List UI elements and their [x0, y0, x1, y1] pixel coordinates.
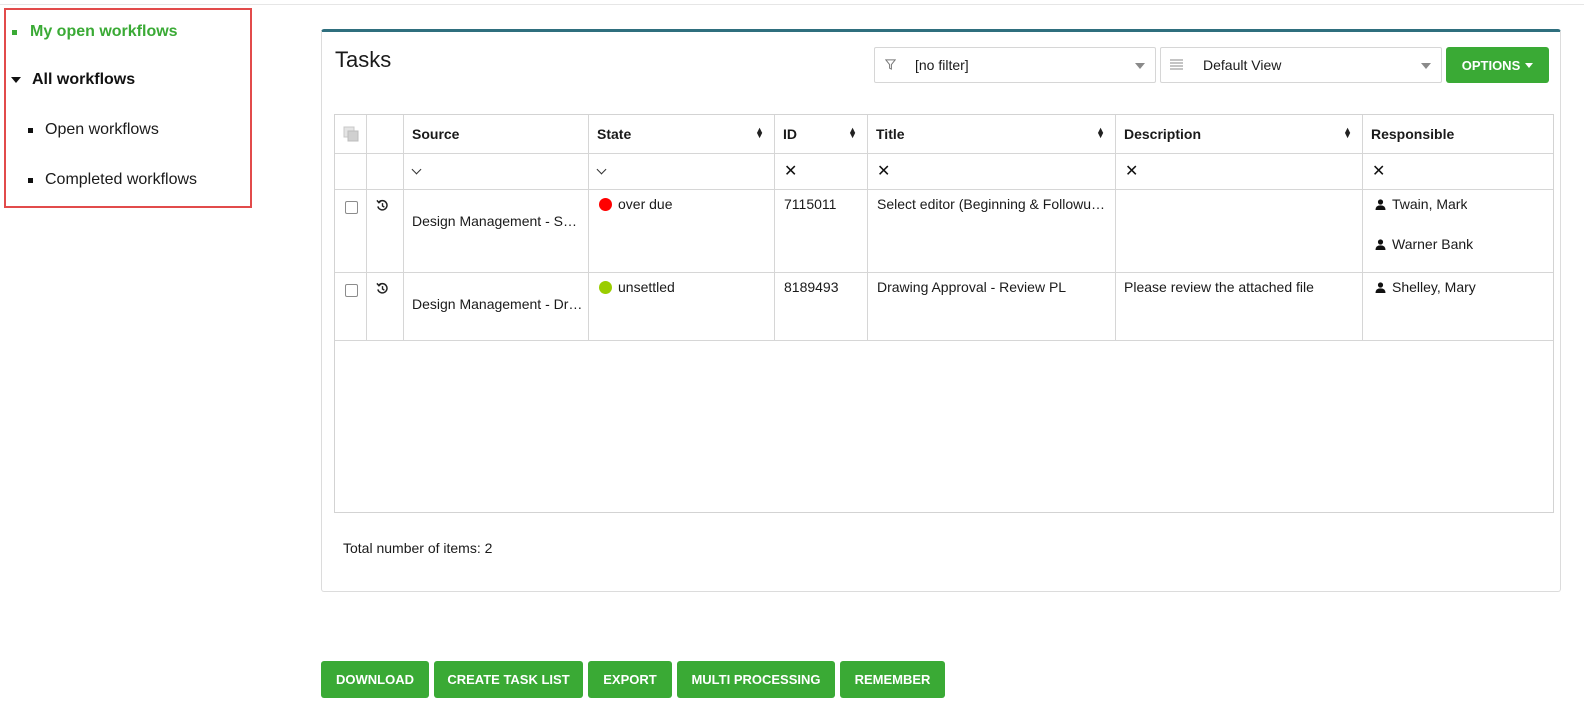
- filter-value: [no filter]: [915, 57, 969, 73]
- state-label: over due: [618, 196, 673, 212]
- id-cell: 8189493: [784, 279, 839, 295]
- view-value: Default View: [1203, 57, 1282, 73]
- row-checkbox[interactable]: [345, 201, 358, 214]
- state-cell: over due: [599, 196, 769, 212]
- sidebar-item-label: Open workflows: [45, 121, 159, 138]
- sidebar-item-open-workflows[interactable]: Open workflows: [28, 121, 159, 139]
- row-checkbox[interactable]: [345, 284, 358, 297]
- column-label: Title: [876, 126, 905, 142]
- column-label: ID: [783, 126, 797, 142]
- close-icon: ✕: [1125, 163, 1139, 180]
- sort-icon[interactable]: ▲ ▼: [1096, 126, 1105, 140]
- status-dot-icon: [599, 198, 612, 211]
- sidebar-item-all-workflows[interactable]: All workflows: [11, 71, 135, 89]
- chevron-down-icon: [1421, 63, 1431, 69]
- sort-icon[interactable]: ▲ ▼: [1343, 126, 1352, 140]
- title-cell[interactable]: Drawing Approval - Review PL: [877, 279, 1107, 295]
- id-cell: 7115011: [784, 196, 837, 212]
- user-icon: [1375, 282, 1386, 293]
- responsible-filter-clear[interactable]: ✕: [1362, 153, 1385, 189]
- column-header-title[interactable]: Title ▲ ▼: [867, 115, 1115, 153]
- title-cell[interactable]: Select editor (Beginning & Followu…: [877, 196, 1107, 212]
- export-button[interactable]: EXPORT: [588, 661, 672, 698]
- filter-icon: [875, 58, 905, 73]
- workflow-sidebar: My open workflows All workflows Open wor…: [4, 8, 252, 208]
- options-button[interactable]: OPTIONS: [1446, 47, 1549, 83]
- create-task-list-button[interactable]: CREATE TASK LIST: [434, 661, 583, 698]
- sidebar-item-label: My open workflows: [30, 23, 178, 40]
- top-divider: [0, 4, 1584, 5]
- source-filter-toggle[interactable]: [403, 153, 422, 189]
- caret-down-icon: [1525, 62, 1534, 68]
- history-icon[interactable]: [376, 199, 389, 212]
- select-all-icon: [343, 126, 359, 142]
- column-header-responsible[interactable]: Responsible: [1362, 115, 1553, 153]
- sort-icon[interactable]: ▲ ▼: [755, 126, 764, 140]
- sidebar-item-label: All workflows: [32, 71, 136, 88]
- source-cell: Design Management - Dr…: [412, 296, 583, 312]
- chevron-down-icon: [411, 164, 422, 174]
- title-filter-clear[interactable]: ✕: [867, 153, 890, 189]
- id-filter-clear[interactable]: ✕: [774, 153, 797, 189]
- column-label: Responsible: [1371, 126, 1455, 142]
- close-icon: ✕: [784, 163, 798, 180]
- state-filter-toggle[interactable]: [588, 153, 607, 189]
- column-label: Description: [1124, 126, 1202, 142]
- caret-down-icon[interactable]: [11, 77, 21, 83]
- view-select[interactable]: Default View: [1160, 47, 1442, 83]
- responsible-person: Twain, Mark: [1375, 196, 1467, 212]
- sidebar-item-label: Completed workflows: [45, 171, 198, 188]
- column-header-state[interactable]: State ▲ ▼: [588, 115, 774, 153]
- responsible-person: Shelley, Mary: [1375, 279, 1476, 295]
- status-dot-icon: [599, 281, 612, 294]
- list-view-icon: [1161, 58, 1191, 73]
- column-header-description[interactable]: Description ▲ ▼: [1115, 115, 1362, 153]
- source-cell: Design Management - Sel…: [412, 213, 584, 229]
- chevron-down-icon: [1135, 63, 1145, 69]
- column-label: Source: [412, 126, 460, 142]
- bullet-icon: [28, 177, 33, 183]
- description-cell: Please review the attached file: [1124, 279, 1314, 295]
- bullet-icon: [28, 127, 33, 133]
- multi-processing-button[interactable]: MULTI PROCESSING: [677, 661, 835, 698]
- page-title: Tasks: [335, 47, 392, 72]
- responsible-person: Warner Bank: [1375, 236, 1473, 252]
- column-header-source[interactable]: Source: [403, 115, 588, 153]
- options-label: OPTIONS: [1461, 57, 1521, 73]
- close-icon: ✕: [877, 163, 891, 180]
- history-icon[interactable]: [376, 282, 389, 295]
- sidebar-item-completed-workflows[interactable]: Completed workflows: [28, 171, 197, 189]
- chevron-down-icon: [596, 164, 607, 174]
- sort-icon[interactable]: ▲ ▼: [848, 126, 857, 140]
- total-items-count: Total number of items: 2: [343, 540, 493, 556]
- state-cell: unsettled: [599, 279, 769, 295]
- select-all-checkbox[interactable]: [335, 115, 366, 153]
- close-icon: ✕: [1372, 163, 1386, 180]
- tasks-grid: State ▲ ▼ Source ID ▲ ▼ Title ▲ ▼ Descripti…: [334, 114, 1554, 513]
- column-header-id[interactable]: ID ▲ ▼: [774, 115, 867, 153]
- description-filter-clear[interactable]: ✕: [1115, 153, 1138, 189]
- tasks-panel: Tasks [no filter] Default View OPTIONS S…: [321, 29, 1561, 592]
- person-name: Warner Bank: [1392, 236, 1474, 252]
- state-label: unsettled: [618, 279, 675, 295]
- person-name: Shelley, Mary: [1392, 279, 1476, 295]
- person-name: Twain, Mark: [1392, 196, 1468, 212]
- download-button[interactable]: DOWNLOAD: [321, 661, 429, 698]
- user-icon: [1375, 199, 1386, 210]
- remember-button[interactable]: REMEMBER: [840, 661, 945, 698]
- filter-select[interactable]: [no filter]: [874, 47, 1156, 83]
- user-icon: [1375, 239, 1386, 250]
- sidebar-item-my-open-workflows[interactable]: My open workflows: [12, 23, 178, 41]
- column-label: State: [597, 126, 632, 142]
- bullet-icon: [12, 29, 17, 35]
